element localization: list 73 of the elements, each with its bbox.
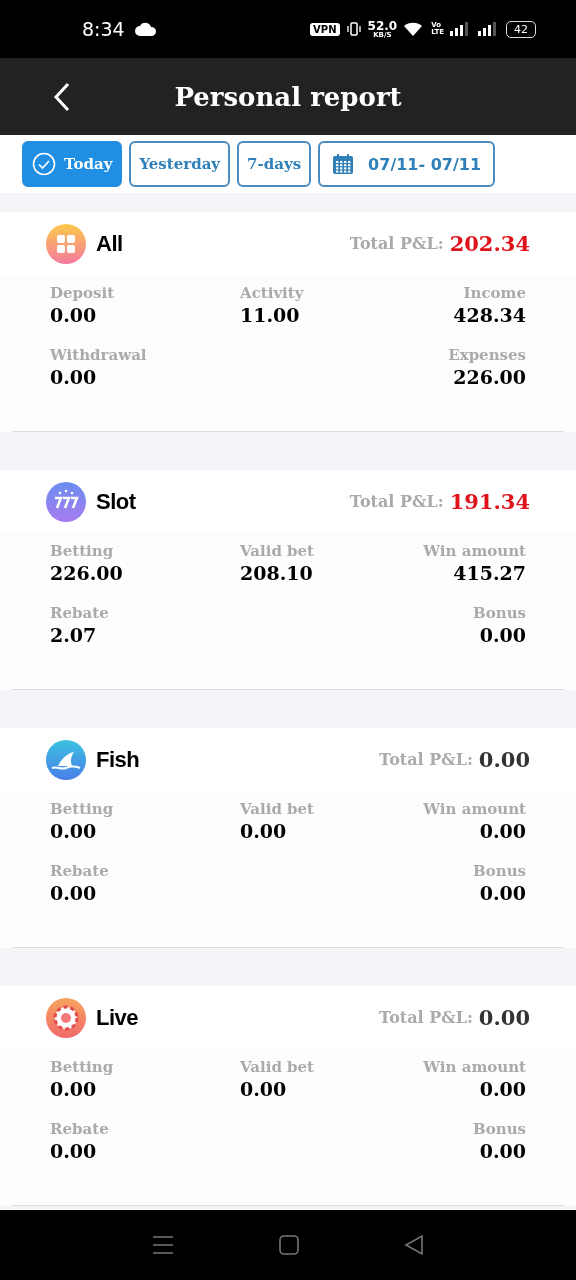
stat-value: 0.00 — [50, 303, 97, 327]
stat-label: Betting — [50, 541, 114, 561]
stat-label: Bonus — [473, 861, 526, 881]
calendar-icon — [332, 153, 355, 175]
network-speed: 52.0 — [367, 19, 398, 32]
category-name: Live — [96, 1004, 139, 1031]
stat-value: 0.00 — [50, 881, 97, 905]
stat-label: Bonus — [473, 1119, 526, 1139]
stat-value: 226.00 — [50, 561, 123, 585]
stat-label: Betting — [50, 1057, 114, 1077]
home-icon[interactable] — [279, 1235, 299, 1255]
filter-tab[interactable]: Today — [22, 141, 123, 187]
stat-label: Win amount — [423, 1057, 526, 1077]
total-label: Total P&L: — [379, 750, 473, 769]
total-value: 0.00 — [478, 1005, 530, 1030]
cloud-icon — [134, 22, 157, 36]
stat-value: 0.00 — [50, 365, 97, 389]
stat-label: Win amount — [423, 541, 526, 561]
clock-time: 8:34 — [82, 18, 125, 40]
stat-value: 2.07 — [50, 623, 97, 647]
total-value: 202.34 — [449, 231, 530, 256]
battery-level: 42 — [506, 20, 536, 38]
stat-label: Win amount — [423, 799, 526, 819]
stat-value: 0.00 — [240, 819, 287, 843]
total-label: Total P&L: — [379, 1008, 473, 1027]
stat-value: 0.00 — [50, 1077, 97, 1101]
stat-value: 208.10 — [240, 561, 313, 585]
filter-tab[interactable]: Yesterday — [129, 141, 231, 187]
stat-label: Deposit — [50, 283, 115, 303]
shark-fin-icon — [46, 739, 86, 780]
filter-tab[interactable]: 7-days — [237, 141, 312, 187]
page-title: Personal report — [174, 81, 402, 112]
stat-label: Valid bet — [240, 541, 315, 561]
stat-label: Rebate — [50, 1119, 109, 1139]
back-icon[interactable] — [52, 82, 72, 112]
stat-label: Income — [463, 283, 526, 303]
stat-label: Bonus — [473, 603, 526, 623]
vpn-badge: VPN — [310, 22, 340, 36]
check-circle-icon — [32, 152, 56, 176]
stat-value: 0.00 — [240, 1077, 287, 1101]
casino-chip-icon — [46, 997, 86, 1038]
stat-label: Withdrawal — [50, 345, 147, 365]
stat-label: Betting — [50, 799, 114, 819]
stat-value: 0.00 — [479, 1077, 526, 1101]
stat-value: 0.00 — [479, 623, 526, 647]
stat-value: 0.00 — [50, 819, 97, 843]
stat-value: 0.00 — [479, 1139, 526, 1163]
stat-value: 0.00 — [479, 819, 526, 843]
grid-icon — [46, 223, 86, 264]
total-value: 0.00 — [478, 747, 530, 772]
stat-label: Valid bet — [240, 1057, 315, 1077]
category-name: Slot — [96, 488, 136, 515]
stat-label: Rebate — [50, 603, 109, 623]
stat-label: Rebate — [50, 861, 109, 881]
stat-value: 226.00 — [453, 365, 526, 389]
stat-value: 0.00 — [50, 1139, 97, 1163]
slot-machine-icon — [46, 481, 86, 522]
category-name: Fish — [96, 746, 140, 773]
vibrate-icon — [345, 21, 362, 37]
stat-label: Valid bet — [240, 799, 315, 819]
stat-value: 0.00 — [479, 881, 526, 905]
stat-value: 415.27 — [453, 561, 526, 585]
stat-value: 11.00 — [240, 303, 300, 327]
stat-label: Activity — [240, 283, 304, 303]
stat-label: Expenses — [448, 345, 526, 365]
total-value: 191.34 — [449, 489, 530, 514]
total-label: Total P&L: — [349, 492, 444, 511]
back-triangle-icon[interactable] — [403, 1234, 424, 1256]
date-range-button[interactable]: 07/11- 07/11 — [318, 141, 496, 187]
total-label: Total P&L: — [349, 234, 444, 253]
stat-value: 428.34 — [453, 303, 526, 327]
category-name: All — [96, 230, 123, 257]
menu-icon[interactable] — [152, 1235, 175, 1255]
